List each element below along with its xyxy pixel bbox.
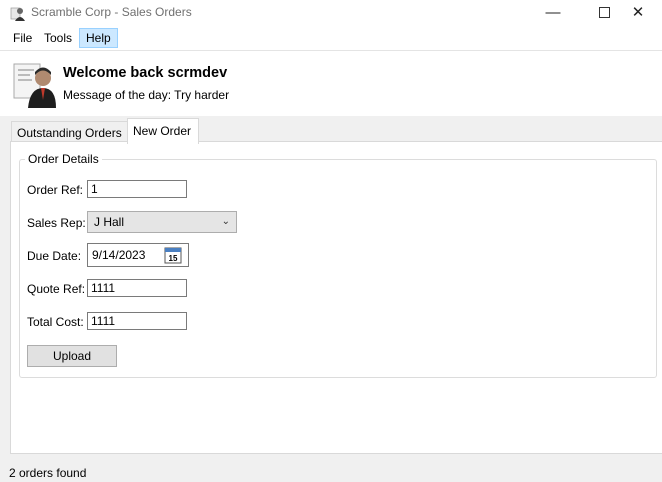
tab-strip: Outstanding Orders New Order	[0, 116, 662, 144]
group-title: Order Details	[25, 152, 102, 166]
menu-help[interactable]: Help	[79, 28, 118, 48]
menu-tools[interactable]: Tools	[38, 29, 78, 47]
status-text: 2 orders found	[9, 466, 87, 480]
total-cost-field[interactable]: 1111	[87, 312, 187, 330]
title-bar[interactable]: Scramble Corp - Sales Orders — ✕	[0, 0, 662, 26]
user-avatar-icon	[13, 63, 56, 108]
chevron-down-icon: ⌄	[221, 216, 230, 227]
status-bar: 2 orders found	[0, 454, 662, 482]
close-icon[interactable]: ✕	[615, 0, 661, 26]
due-date-value: 9/14/2023	[92, 248, 146, 262]
app-icon	[10, 7, 25, 21]
calendar-day: 15	[169, 254, 178, 263]
sales-rep-dropdown[interactable]: J Hall ⌄	[87, 211, 237, 233]
welcome-message: Welcome back scrmdev	[63, 65, 228, 81]
tab-outstanding-orders[interactable]: Outstanding Orders	[11, 121, 128, 143]
tab-new-order[interactable]: New Order	[127, 118, 199, 144]
quote-ref-field[interactable]: 1111	[87, 279, 187, 297]
quote-ref-label: Quote Ref:	[27, 282, 86, 296]
order-ref-field[interactable]: 1	[87, 180, 187, 198]
sales-rep-value: J Hall	[94, 215, 125, 229]
welcome-header: Welcome back scrmdev Message of the day:…	[0, 51, 662, 116]
calendar-icon[interactable]: 15	[164, 246, 182, 264]
window-title: Scramble Corp - Sales Orders	[31, 5, 192, 19]
order-ref-label: Order Ref:	[27, 183, 84, 197]
menu-file[interactable]: File	[7, 29, 38, 47]
upload-button[interactable]: Upload	[27, 345, 117, 367]
total-cost-label: Total Cost:	[27, 315, 84, 329]
sales-rep-label: Sales Rep:	[27, 216, 86, 230]
due-date-picker[interactable]: 9/14/2023 15	[87, 243, 189, 267]
minimize-icon[interactable]: —	[530, 0, 576, 26]
due-date-label: Due Date:	[27, 249, 82, 263]
menu-bar: File Tools Help	[0, 26, 662, 51]
message-of-the-day: Message of the day: Try harder	[63, 88, 230, 102]
